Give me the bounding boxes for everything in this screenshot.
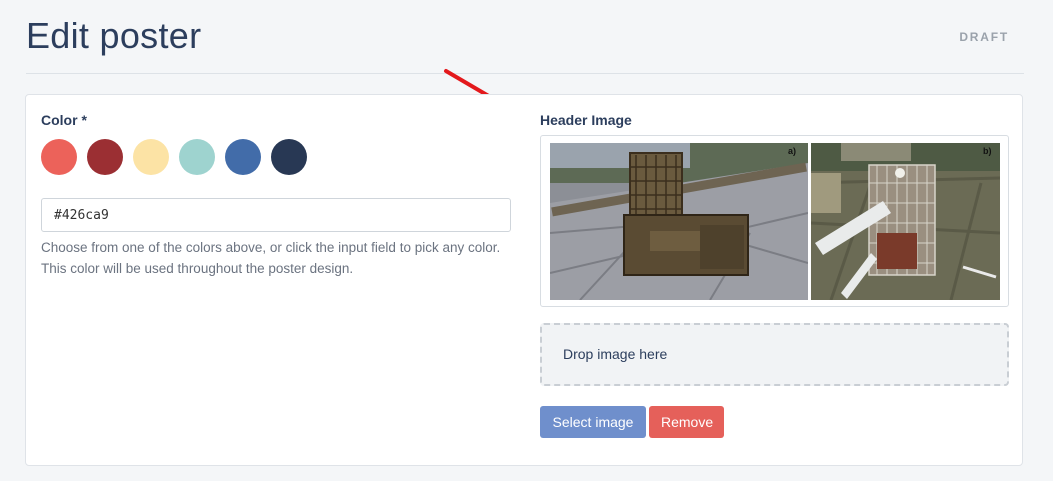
photo-a-label: a) [788, 146, 796, 156]
swatch-maroon[interactable] [87, 139, 123, 175]
swatch-cream[interactable] [133, 139, 169, 175]
header-image-label: Header Image [540, 112, 632, 128]
status-badge: DRAFT [959, 30, 1009, 44]
color-label: Color * [41, 112, 87, 128]
photo-b-label: b) [983, 146, 992, 156]
photo-a: a) [550, 143, 808, 300]
color-hex-input[interactable] [41, 198, 511, 232]
color-help-text: Choose from one of the colors above, or … [41, 240, 501, 276]
swatch-teal[interactable] [179, 139, 215, 175]
swatch-blue[interactable] [225, 139, 261, 175]
page-title: Edit poster [26, 15, 202, 56]
select-image-button[interactable]: Select image [540, 406, 646, 438]
swatch-coral[interactable] [41, 139, 77, 175]
header-divider [26, 73, 1024, 74]
photo-b: b) [811, 143, 1000, 300]
poster-form-card: Color * Choose from one of the colors ab… [25, 94, 1023, 466]
swatch-navy[interactable] [271, 139, 307, 175]
image-dropzone[interactable]: Drop image here [540, 323, 1009, 386]
remove-image-button[interactable]: Remove [649, 406, 724, 438]
color-swatches [41, 139, 307, 175]
header-image-preview: a) b) [540, 135, 1009, 307]
